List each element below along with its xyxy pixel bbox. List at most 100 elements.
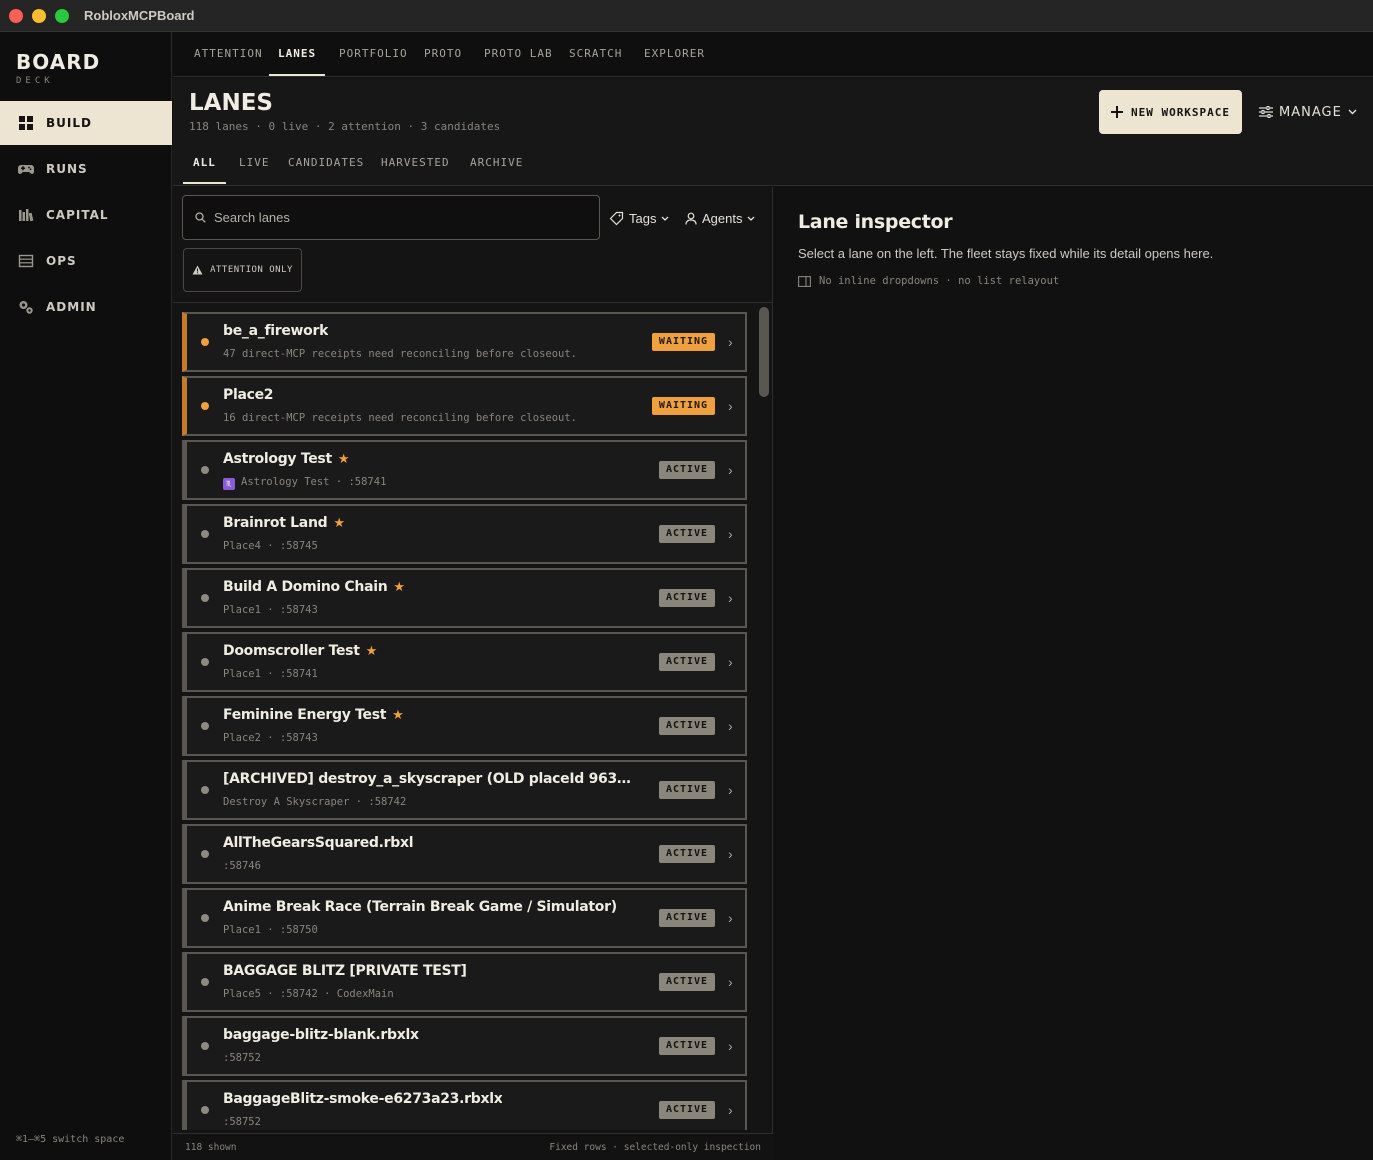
lane-subtitle: :58752 [223,1116,261,1128]
chevron-right-icon: › [728,718,733,734]
tab-portfolio[interactable]: PORTFOLIO [339,32,408,76]
chevron-right-icon: › [728,462,733,478]
tab-explorer[interactable]: EXPLORER [644,32,705,76]
tab-proto[interactable]: PROTO [424,32,462,76]
lane-name-text: Brainrot Land [223,515,328,531]
search-input[interactable] [214,210,574,225]
subtab-candidates[interactable]: CANDIDATES [288,146,364,184]
lane-row[interactable]: be_a_firework 47 direct-MCP receipts need… [182,312,747,372]
sidebar-item-admin[interactable]: ADMIN [0,285,172,329]
agents-filter-button[interactable]: Agents [685,207,755,229]
lane-row[interactable]: baggage-blitz-blank.rbxlx:58752 ACTIVE › [182,1016,747,1076]
lane-name: Doomscroller Test ★ [223,643,377,659]
lane-row[interactable]: Astrology Test ★ ♏ Astrology Test · :58741 A… [182,440,747,500]
chevron-right-icon: › [728,782,733,798]
subtab-live[interactable]: LIVE [239,146,270,184]
lane-list-scrollbar[interactable] [759,307,769,1127]
lane-row[interactable]: Feminine Energy Test ★ Place2 · :58743 ACTI… [182,696,747,756]
chevron-right-icon: › [728,334,733,350]
status-badge: ACTIVE [659,845,715,863]
lane-subtitle-text: :58746 [223,860,261,872]
sidebar: BOARD DECK BUILD RUNS CAPITAL OPS ADMIN … [0,32,172,1160]
subtab-harvested[interactable]: HARVESTED [381,146,450,184]
inspector-note: No inline dropdowns · no list relayout [798,275,1059,287]
status-dot [201,466,209,474]
lane-row[interactable]: Anime Break Race (Terrain Break Game / S… [182,888,747,948]
sidebar-item-runs[interactable]: RUNS [0,147,172,191]
lane-row[interactable]: [ARCHIVED] destroy_a_skyscraper (OLD pla… [182,760,747,820]
status-dot [201,850,209,858]
scrollbar-thumb[interactable] [759,307,769,397]
lanes-header: LANES 118 lanes · 0 live · 2 attention ·… [173,78,1373,186]
sidebar-item-ops[interactable]: OPS [0,239,172,283]
star-icon: ★ [337,452,350,467]
lane-row[interactable]: Brainrot Land ★ Place4 · :58745 ACTIVE › [182,504,747,564]
close-window-button[interactable] [9,9,23,23]
lane-row[interactable]: Doomscroller Test ★ Place1 · :58741 ACTIVE › [182,632,747,692]
lane-row[interactable]: AllTheGearsSquared.rbxl:58746 ACTIVE › [182,824,747,884]
brand-subtitle: DECK [16,76,54,86]
sidebar-item-label: ADMIN [46,300,97,314]
zoom-window-button[interactable] [55,9,69,23]
tab-lanes[interactable]: LANES [269,32,326,76]
minimize-window-button[interactable] [32,9,46,23]
lane-subtitle-text: Place5 · :58742 · CodexMain [223,988,394,1000]
tab-scratch[interactable]: SCRATCH [569,32,622,76]
manage-button[interactable]: MANAGE [1259,100,1357,124]
lane-subtitle: Place1 · :58741 [223,668,318,680]
status-badge: ACTIVE [659,1037,715,1055]
lane-name-text: Place2 [223,387,274,403]
lane-name: Anime Break Race (Terrain Break Game / S… [223,899,617,915]
subtab-all[interactable]: ALL [183,146,226,184]
lane-subtitle-text: :58752 [223,1116,261,1128]
new-workspace-button[interactable]: NEW WORKSPACE [1099,90,1242,134]
window-title: RobloxMCPBoard [84,8,195,23]
lane-subtitle: Place2 · :58743 [223,732,318,744]
lane-row[interactable]: BAGGAGE BLITZ [PRIVATE TEST] Place5 · :58… [182,952,747,1012]
lane-subtitle-text: 47 direct-MCP receipts need reconciling … [223,348,578,360]
manage-label: MANAGE [1279,104,1342,120]
lane-name-text: Feminine Energy Test [223,707,387,723]
lane-subtitle: Destroy A Skyscraper · :58742 [223,796,406,808]
user-icon [685,212,697,225]
lane-inspector: Lane inspector Select a lane on the left… [774,187,1373,1160]
search-box [182,195,600,240]
lanes-panel: Tags Agents ATTENTION ONLY be_a_firework… [173,187,773,1160]
status-badge: ACTIVE [659,653,715,671]
gamepad-icon [18,165,34,174]
sidebar-item-capital[interactable]: CAPITAL [0,193,172,237]
status-dot [201,594,209,602]
chevron-right-icon: › [728,590,733,606]
lane-name: Feminine Energy Test ★ [223,707,404,723]
lane-name-text: baggage-blitz-blank.rbxlx [223,1027,419,1043]
lane-row[interactable]: Build A Domino Chain ★ Place1 · :58743 ACTI… [182,568,747,628]
tags-filter-button[interactable]: Tags [609,207,669,229]
tab-proto-lab[interactable]: PROTO LAB [484,32,553,76]
chevron-right-icon: › [728,654,733,670]
lane-name: Astrology Test ★ [223,451,349,467]
lane-row[interactable]: BaggageBlitz-smoke-e6273a23.rbxlx:58752 A… [182,1080,747,1130]
lane-name-text: AllTheGearsSquared.rbxl [223,835,414,851]
status-badge: ACTIVE [659,717,715,735]
list-footer: 118 shown Fixed rows · selected-only ins… [173,1133,773,1160]
lane-subtitle: Place4 · :58745 [223,540,318,552]
lane-subtitle: Place1 · :58750 [223,924,318,936]
status-badge: ACTIVE [659,589,715,607]
lane-name: BAGGAGE BLITZ [PRIVATE TEST] [223,963,467,979]
status-dot [201,338,209,346]
grid-icon [19,116,33,130]
lane-row[interactable]: Place2 16 direct-MCP receipts need reconc… [182,376,747,436]
attention-only-button[interactable]: ATTENTION ONLY [183,248,302,292]
star-icon: ★ [393,580,405,595]
tab-attention[interactable]: ATTENTION [194,32,263,76]
lane-subtitle: Place1 · :58743 [223,604,318,616]
subtab-archive[interactable]: ARCHIVE [470,146,523,184]
status-dot [201,402,209,410]
sidebar-item-build[interactable]: BUILD [0,101,172,145]
app-window: RobloxMCPBoard BOARD DECK BUILD RUNS CAP… [0,0,1373,1160]
chevron-down-icon [662,216,669,221]
lane-name-text: [ARCHIVED] destroy_a_skyscraper (OLD pla… [223,771,633,787]
lane-name: Brainrot Land ★ [223,515,345,531]
lane-name: Place2 [223,387,273,403]
status-badge: WAITING [652,397,715,415]
